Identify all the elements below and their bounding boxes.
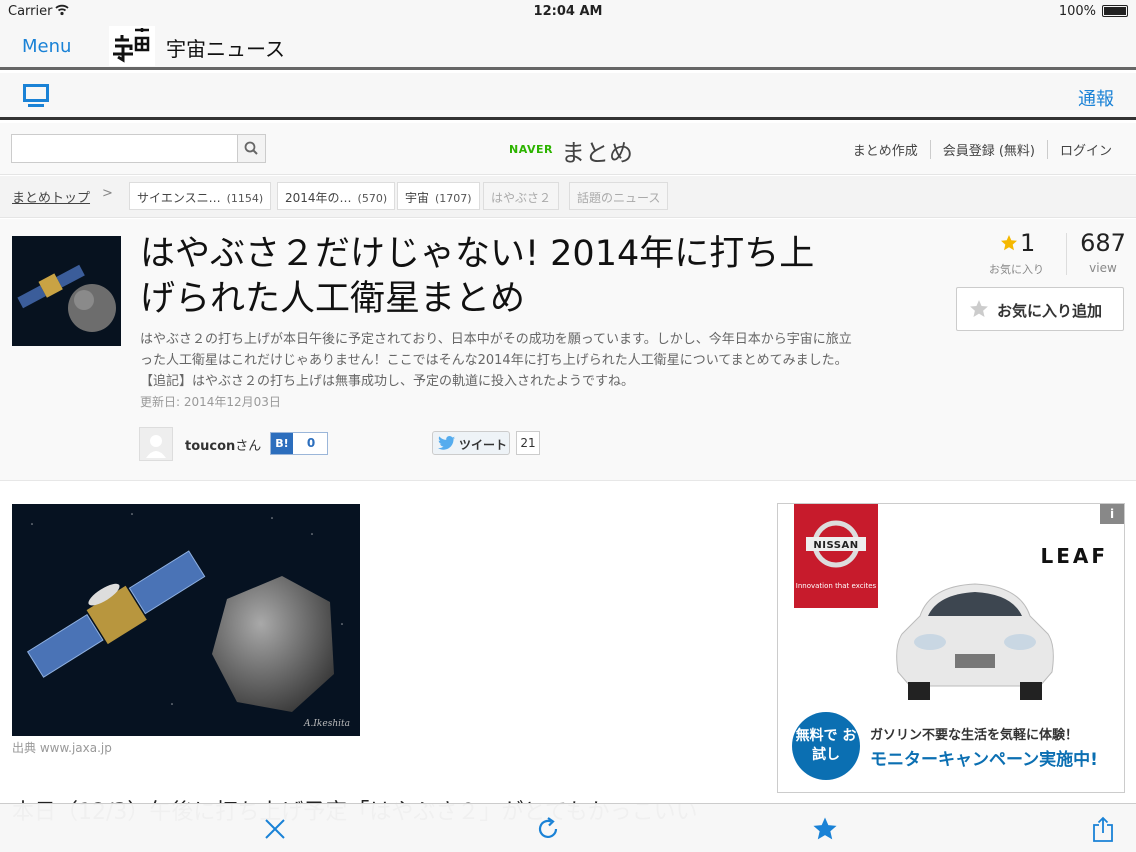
app-title: 宇宙ニュース — [166, 37, 285, 61]
article-thumbnail[interactable] — [12, 236, 121, 346]
create-matome-link[interactable]: まとめ作成 — [841, 140, 930, 159]
ad-brand: NISSAN — [813, 540, 859, 551]
naver-logo[interactable]: NAVER — [509, 143, 553, 156]
ad-line-1: ガソリン不要な生活を気軽に体験！ — [870, 728, 1079, 743]
add-favorite-label: お気に入り追加 — [997, 302, 1103, 320]
breadcrumb-separator: > — [102, 186, 113, 201]
matome-logo[interactable]: まとめ — [561, 133, 633, 168]
header-links: まとめ作成 会員登録 (無料) ログイン — [841, 140, 1124, 159]
user-silhouette-icon — [146, 435, 166, 458]
stats-divider — [1066, 233, 1067, 275]
favorites-label: お気に入り — [989, 263, 1044, 276]
tweet-button[interactable]: ツイート — [432, 431, 510, 455]
add-favorite-button[interactable]: お気に入り追加 — [956, 287, 1124, 331]
report-button[interactable]: 通報 — [1078, 85, 1114, 111]
app-nav-bar: Menu 宇宙ニュース — [0, 22, 1136, 70]
favorites-count: 1 — [1020, 229, 1036, 257]
car-image — [896, 583, 1054, 700]
hayabusa2-image[interactable]: A.Ikeshita — [12, 504, 360, 736]
reload-icon[interactable] — [535, 816, 561, 842]
site-header: NAVER まとめ まとめ作成 会員登録 (無料) ログイン — [0, 123, 1136, 175]
article-header: はやぶさ２だけじゃない! 2014年に打ち上げられた人工衛星まとめ はやぶさ２の… — [0, 219, 1136, 481]
tweet-label: ツイート — [459, 438, 508, 452]
ad-line-2: モニターキャンペーン実施中! — [870, 750, 1098, 770]
star-icon — [1001, 235, 1017, 251]
monitor-icon[interactable] — [22, 83, 50, 109]
register-link[interactable]: 会員登録 (無料) — [929, 140, 1047, 159]
views-label: view — [1089, 261, 1117, 275]
hatena-bookmark-button[interactable]: B! 0 — [270, 432, 328, 455]
tag-2014[interactable]: 2014年の… (570) — [277, 182, 396, 210]
article-updated-date: 更新日: 2014年12月03日 — [140, 395, 281, 409]
search-input[interactable] — [11, 134, 238, 163]
twitter-icon — [438, 436, 455, 450]
article-description: はやぶさ２の打ち上げが本日午後に予定されており、日本中がその成功を願っています。… — [140, 332, 852, 389]
login-link[interactable]: ログイン — [1046, 140, 1124, 159]
free-trial-badge: 無料で お試し — [792, 712, 860, 780]
menu-button[interactable]: Menu — [22, 36, 71, 57]
bottom-toolbar — [0, 803, 1136, 852]
tweet-count: 21 — [516, 431, 540, 455]
tag-hayabusa2[interactable]: はやぶさ２ — [483, 182, 560, 210]
nissan-logo-box — [794, 504, 878, 608]
tag-topical-news[interactable]: 話題のニュース — [569, 182, 669, 210]
author-name[interactable]: touconさん — [185, 435, 261, 454]
breadcrumb-top-link[interactable]: まとめトップ — [12, 187, 90, 206]
breadcrumb: まとめトップ > サイエンスニ… (1154) 2014年の… (570) 宇宙 (1… — [0, 176, 1136, 218]
share-icon[interactable] — [1090, 816, 1116, 842]
ad-product: LEAF — [1040, 544, 1108, 568]
ad-tagline: Innovation that excites — [795, 582, 877, 590]
hatena-icon: B! — [271, 433, 293, 454]
star-outline-icon — [970, 300, 988, 317]
clock: 12:04 AM — [533, 4, 603, 19]
battery-percent: 100% — [1058, 4, 1096, 19]
sub-toolbar: 通報 — [0, 73, 1136, 120]
advertisement-banner[interactable]: i NISSAN Innovation that excites LEAF 無料… — [777, 503, 1125, 793]
search-icon — [244, 141, 258, 155]
image-credit: 出典 www.jaxa.jp — [12, 741, 112, 755]
status-bar: Carrier 12:04 AM 100% — [0, 0, 1136, 22]
ad-info-icon[interactable]: i — [1100, 504, 1124, 524]
app-logo — [109, 26, 155, 66]
close-icon[interactable] — [262, 816, 288, 842]
bookmark-star-icon[interactable] — [812, 816, 838, 842]
tag-space[interactable]: 宇宙 (1707) — [397, 182, 480, 210]
hatena-count: 0 — [306, 436, 316, 450]
article-title: はやぶさ２だけじゃない! 2014年に打ち上げられた人工衛星まとめ — [140, 234, 815, 319]
battery-icon — [1102, 5, 1128, 17]
views-count: 687 — [1080, 229, 1126, 257]
tag-science-news[interactable]: サイエンスニ… (1154) — [129, 182, 272, 210]
author-avatar[interactable] — [139, 427, 173, 461]
svg-text:A.Ikeshita: A.Ikeshita — [303, 719, 350, 729]
search-button[interactable] — [237, 134, 266, 163]
